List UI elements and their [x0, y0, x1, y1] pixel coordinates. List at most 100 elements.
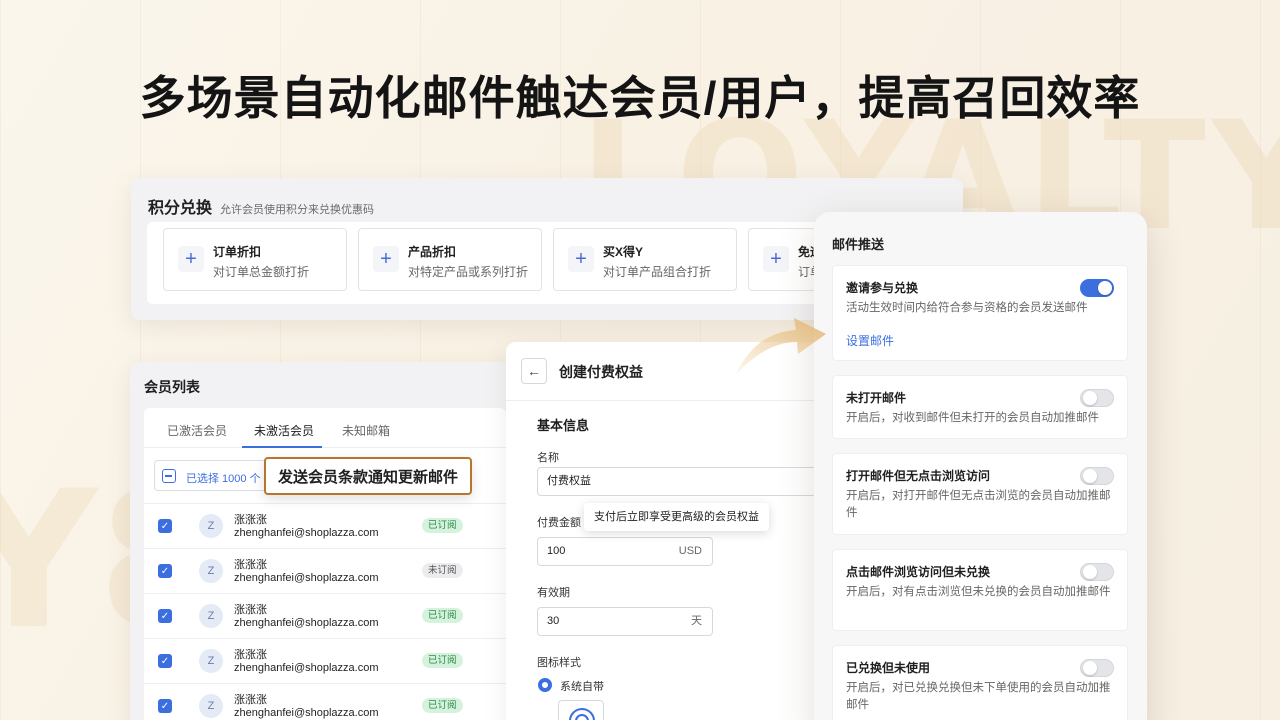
table-row[interactable]: ✓ Z 涨涨涨 zhenghanfei@shoplazza.com 已订阅 [144, 593, 506, 638]
member-name: 涨涨涨 [234, 559, 267, 571]
email-push-card: 邮件推送 邀请参与兑换 活动生效时间内给符合参与资格的会员发送邮件 设置邮件 未… [814, 212, 1147, 720]
rule-title: 邀请参与兑换 [846, 281, 919, 295]
avatar: Z [199, 604, 223, 628]
points-header: 积分兑换 允许会员使用积分来兑换优惠码 [148, 194, 374, 218]
fee-label: 付费金额 [537, 517, 581, 529]
option-title: 订单折扣 [213, 245, 262, 259]
fee-unit: USD [678, 545, 702, 557]
rule-desc: 开启后，对有点击浏览但未兑换的会员自动加推邮件 [846, 586, 1111, 598]
member-email: zhenghanfei@shoplazza.com [234, 662, 379, 674]
back-button[interactable]: ← [521, 358, 547, 384]
rule-title: 未打开邮件 [846, 391, 907, 405]
points-title: 积分兑换 [148, 200, 213, 217]
rule-toggle[interactable] [1080, 279, 1114, 297]
email-rule-redeemed-unused: 已兑换但未使用 开启后，对已兑换兑换但未下单使用的会员自动加推邮件 [832, 645, 1128, 720]
option-buy-x-get-y[interactable]: + 买X得Y 对订单产品组合打折 [553, 228, 737, 291]
validity-value: 30 [547, 615, 560, 627]
tab-not-activated[interactable]: 未激活会员 [254, 422, 314, 439]
rule-toggle[interactable] [1080, 467, 1114, 485]
rule-desc: 活动生效时间内给符合参与资格的会员发送邮件 [846, 302, 1088, 314]
avatar: Z [199, 514, 223, 538]
table-row[interactable]: ✓ Z 涨涨涨 zhenghanfei@shoplazza.com 已订阅 [144, 503, 506, 548]
member-list-panel: 已激活会员 未激活会员 未知邮箱 已选择 1000 个 ✓ Z 涨涨涨 zhen… [144, 408, 506, 720]
rule-title: 打开邮件但无点击浏览访问 [846, 469, 991, 483]
name-field[interactable]: 付费权益 9 [537, 467, 836, 496]
table-row[interactable]: ✓ Z 涨涨涨 zhenghanfei@shoplazza.com 未订阅 [144, 548, 506, 593]
option-order-discount[interactable]: + 订单折扣 对订单总金额打折 [163, 228, 347, 291]
member-email: zhenghanfei@shoplazza.com [234, 572, 379, 584]
name-value: 付费权益 [547, 475, 591, 487]
fee-field[interactable]: 100 USD [537, 537, 713, 566]
avatar: Z [199, 649, 223, 673]
validity-unit: 天 [691, 615, 702, 627]
member-email: zhenghanfei@shoplazza.com [234, 617, 379, 629]
plus-icon: + [763, 246, 789, 272]
email-rule-opened-no-click: 打开邮件但无点击浏览访问 开启后，对打开邮件但无点击浏览的会员自动加推邮件 [832, 453, 1128, 535]
option-desc: 对订单产品组合打折 [603, 265, 712, 279]
rule-title: 点击邮件浏览访问但未兑换 [846, 565, 991, 579]
tab-unknown-email[interactable]: 未知邮箱 [342, 422, 390, 439]
member-list-title: 会员列表 [144, 379, 200, 395]
fee-value: 100 [547, 545, 566, 557]
setup-email-link[interactable]: 设置邮件 [846, 332, 894, 349]
status-badge: 已订阅 [422, 518, 463, 533]
selection-count: 已选择 1000 个 [186, 473, 261, 485]
name-label: 名称 [537, 452, 559, 464]
validity-field[interactable]: 30 天 [537, 607, 713, 636]
email-rule-invite: 邀请参与兑换 活动生效时间内给符合参与资格的会员发送邮件 设置邮件 [832, 265, 1128, 361]
avatar: Z [199, 559, 223, 583]
row-checkbox[interactable]: ✓ [158, 519, 172, 533]
benefit-form: 基本信息 名称 付费权益 9 付费金额 100 USD 有效期 30 天 图标样… [506, 400, 836, 720]
avatar: Z [199, 694, 223, 718]
icon-style-label: 图标样式 [537, 657, 581, 669]
rule-toggle[interactable] [1080, 563, 1114, 581]
status-badge: 已订阅 [422, 608, 463, 623]
page-headline: 多场景自动化邮件触达会员/用户，提高召回效率 [139, 72, 1141, 124]
option-title: 买X得Y [603, 245, 644, 259]
member-email: zhenghanfei@shoplazza.com [234, 527, 379, 539]
table-row[interactable]: ✓ Z 涨涨涨 zhenghanfei@shoplazza.com 已订阅 [144, 638, 506, 683]
points-subtitle: 允许会员使用积分来兑换优惠码 [220, 204, 375, 216]
member-name: 涨涨涨 [234, 604, 267, 616]
table-row[interactable]: ✓ Z 涨涨涨 zhenghanfei@shoplazza.com 已订阅 [144, 683, 506, 720]
email-rule-clicked-not-redeemed: 点击邮件浏览访问但未兑换 开启后，对有点击浏览但未兑换的会员自动加推邮件 [832, 549, 1128, 631]
arrow-left-icon: ← [527, 363, 541, 379]
validity-label: 有效期 [537, 587, 570, 599]
rule-toggle[interactable] [1080, 389, 1114, 407]
tab-activated[interactable]: 已激活会员 [167, 422, 227, 439]
plus-icon: + [178, 246, 204, 272]
member-name: 涨涨涨 [234, 514, 267, 526]
row-checkbox[interactable]: ✓ [158, 699, 172, 713]
section-basic-info: 基本信息 [537, 418, 590, 433]
member-list-card: 会员列表 已激活会员 未激活会员 未知邮箱 已选择 1000 个 ✓ Z 涨涨涨… [130, 362, 520, 720]
email-push-title: 邮件推送 [832, 237, 885, 252]
member-name: 涨涨涨 [234, 649, 267, 661]
status-badge: 已订阅 [422, 653, 463, 668]
system-icon-label: 系统自带 [560, 681, 604, 693]
fee-tooltip: 支付后立即享受更高级的会员权益 [584, 503, 769, 531]
option-desc: 对特定产品或系列打折 [408, 265, 529, 279]
rule-desc: 开启后，对打开邮件但无点击浏览的会员自动加推邮件 [846, 490, 1111, 519]
system-icon-radio[interactable] [538, 678, 552, 692]
option-title: 产品折扣 [408, 245, 457, 259]
plus-icon: + [373, 246, 399, 272]
benefit-title: 创建付费权益 [559, 364, 643, 380]
member-email: zhenghanfei@shoplazza.com [234, 707, 379, 719]
rule-desc: 开启后，对收到邮件但未打开的会员自动加推邮件 [846, 412, 1099, 424]
rule-title: 已兑换但未使用 [846, 661, 931, 675]
row-checkbox[interactable]: ✓ [158, 609, 172, 623]
member-name: 涨涨涨 [234, 694, 267, 706]
row-checkbox[interactable]: ✓ [158, 654, 172, 668]
status-badge: 未订阅 [422, 563, 463, 578]
curved-arrow-icon [736, 318, 826, 374]
email-rule-unopened: 未打开邮件 开启后，对收到邮件但未打开的会员自动加推邮件 [832, 375, 1128, 439]
row-checkbox[interactable]: ✓ [158, 564, 172, 578]
rule-toggle[interactable] [1080, 659, 1114, 677]
icon-preview[interactable] [558, 700, 604, 720]
option-product-discount[interactable]: + 产品折扣 对特定产品或系列打折 [358, 228, 542, 291]
plus-icon: + [568, 246, 594, 272]
select-all-checkbox[interactable] [162, 469, 176, 483]
active-tab-indicator [242, 446, 322, 448]
option-desc: 对订单总金额打折 [213, 265, 310, 279]
send-notice-email-button[interactable]: 发送会员条款通知更新邮件 [264, 457, 472, 495]
